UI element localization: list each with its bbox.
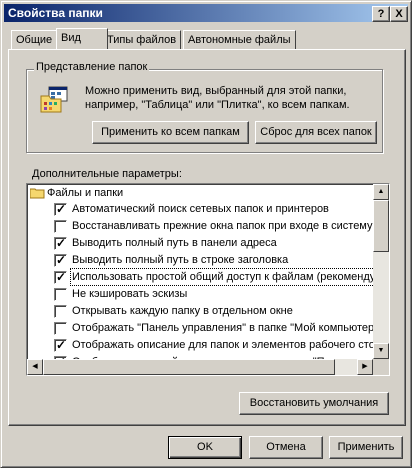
apply-to-all-folders-button[interactable]: Применить ко всем папкам (92, 121, 249, 144)
window-title: Свойства папки (8, 6, 103, 20)
folder-views-label: Представление папок (34, 61, 150, 73)
folder-view-icon (39, 84, 71, 116)
description-line-1: Можно применить вид, выбранный для этой … (85, 85, 347, 97)
tab-panel: Представление папок Можно применить вид,… (8, 49, 406, 426)
ok-button[interactable]: OK (168, 436, 242, 459)
help-button[interactable]: ? (372, 6, 390, 22)
reset-all-folders-button[interactable]: Сброс для всех папок (255, 121, 377, 144)
cancel-button[interactable]: Отмена (249, 436, 323, 459)
tab-offline-files[interactable]: Автономные файлы (183, 30, 296, 49)
folder-views-description: Можно применить вид, выбранный для этой … (85, 84, 375, 112)
title-bar: Свойства папки ? X (4, 4, 408, 22)
description-line-2: например, "Таблица" или "Плитка", ко все… (85, 99, 350, 111)
tab-view[interactable]: Вид (56, 28, 108, 49)
folder-options-dialog: Свойства папки ? X Общие Вид Типы файлов… (0, 0, 412, 468)
close-button[interactable]: X (390, 6, 408, 22)
apply-button[interactable]: Применить (329, 436, 403, 459)
tab-file-types[interactable]: Типы файлов (102, 30, 182, 49)
tab-general[interactable]: Общие (11, 30, 58, 49)
advanced-settings-label: Дополнительные параметры: (32, 168, 182, 180)
